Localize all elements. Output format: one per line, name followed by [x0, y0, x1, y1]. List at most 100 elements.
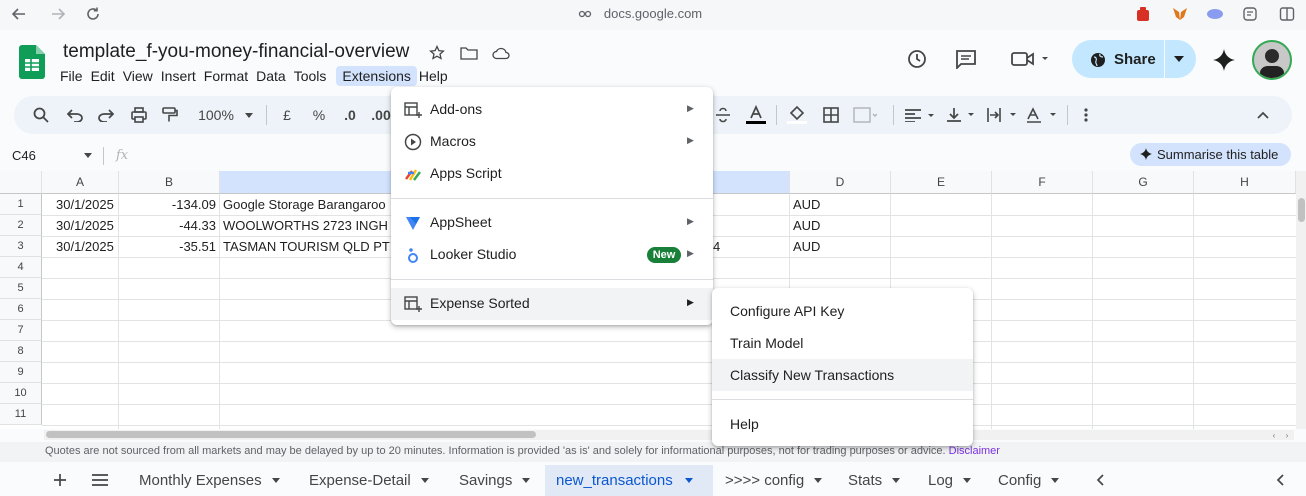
menu-item-appsheet[interactable]: AppSheet ▶	[391, 207, 713, 239]
scroll-left-icon[interactable]: ‹	[1268, 430, 1280, 440]
cell-c1[interactable]: Google Storage Barangaroo	[223, 194, 390, 215]
version-history-icon[interactable]	[905, 48, 929, 70]
select-all-corner[interactable]	[0, 171, 42, 194]
extension-red-icon[interactable]	[1134, 5, 1152, 23]
gemini-sparkle-icon[interactable]	[1210, 46, 1238, 74]
undo-icon[interactable]	[64, 104, 86, 126]
print-icon[interactable]	[128, 104, 150, 126]
row-header[interactable]: 3	[0, 236, 42, 257]
decrease-decimal-button[interactable]: .0	[340, 104, 360, 126]
submenu-item-train-model[interactable]: Train Model	[712, 327, 973, 359]
cell-d3[interactable]: AUD	[793, 236, 820, 257]
sheet-tab-new-transactions[interactable]: new_transactions	[545, 465, 713, 496]
increase-decimal-button[interactable]: .00	[371, 104, 391, 126]
borders-icon[interactable]	[820, 104, 842, 126]
paint-format-icon[interactable]	[159, 104, 181, 126]
disclaimer-link[interactable]: Disclaimer	[949, 445, 1000, 457]
submenu-item-help[interactable]: Help	[712, 408, 973, 440]
zoom-select[interactable]: 100%	[192, 104, 240, 126]
row-header[interactable]: 9	[0, 362, 42, 383]
column-header[interactable]: E	[891, 171, 992, 194]
menu-extensions[interactable]: Extensions	[336, 66, 417, 86]
move-folder-icon[interactable]	[459, 44, 479, 62]
menu-data[interactable]: Data	[256, 66, 294, 86]
column-header[interactable]: H	[1194, 171, 1296, 194]
sheet-tab-savings[interactable]: Savings	[445, 465, 545, 496]
row-header[interactable]: 1	[0, 194, 42, 215]
menu-file[interactable]: File	[60, 66, 91, 86]
column-header[interactable]: G	[1093, 171, 1194, 194]
row-header[interactable]: 6	[0, 299, 42, 320]
percent-format-button[interactable]: %	[309, 104, 329, 126]
menu-format[interactable]: Format	[204, 66, 256, 86]
cell-b3[interactable]: -35.51	[119, 236, 216, 257]
menu-item-expense-sorted[interactable]: Expense Sorted ▶	[391, 288, 713, 320]
text-color-icon[interactable]	[745, 104, 767, 126]
row-header[interactable]: 7	[0, 320, 42, 341]
menu-item-apps-script[interactable]: Apps Script	[391, 158, 713, 190]
meet-icon[interactable]	[1008, 48, 1052, 70]
avatar[interactable]	[1252, 40, 1292, 80]
comments-icon[interactable]	[954, 48, 978, 70]
sidebar-toggle-icon[interactable]	[1278, 5, 1296, 23]
menu-view[interactable]: View	[123, 66, 161, 86]
row-header[interactable]: 10	[0, 383, 42, 404]
vertical-scroll-thumb[interactable]	[1298, 198, 1305, 222]
column-header[interactable]: B	[119, 171, 220, 194]
horizontal-scroll-thumb[interactable]	[46, 431, 536, 438]
cell-b1[interactable]: -134.09	[119, 194, 216, 215]
strikethrough-icon[interactable]	[714, 104, 732, 126]
horizontal-align-icon[interactable]	[903, 104, 937, 126]
extensions-puzzle-icon[interactable]	[1241, 5, 1259, 23]
share-dropdown-icon[interactable]	[1170, 52, 1188, 66]
document-title[interactable]: template_f-you-money-financial-overview	[63, 41, 409, 63]
menu-item-macros[interactable]: Macros ▶	[391, 126, 713, 158]
cell-c3[interactable]: TASMAN TOURISM QLD PT	[223, 236, 390, 257]
cloud-saved-icon[interactable]	[491, 44, 511, 62]
collapse-toolbar-icon[interactable]	[1253, 104, 1273, 126]
menu-insert[interactable]: Insert	[161, 66, 204, 86]
sheet-tab-log[interactable]: Log	[915, 465, 985, 496]
explore-collapse-icon[interactable]	[1273, 473, 1287, 487]
tabs-scroll-left-icon[interactable]	[1093, 473, 1107, 487]
submenu-item-classify-new-transactions[interactable]: Classify New Transactions	[712, 359, 973, 391]
fill-color-icon[interactable]	[786, 104, 808, 126]
more-options-icon[interactable]	[1076, 104, 1096, 126]
zoom-dropdown-icon[interactable]	[243, 104, 255, 126]
address-bar[interactable]: docs.google.com	[0, 6, 1306, 21]
sheet-tab-stats[interactable]: Stats	[835, 465, 915, 496]
cell-d2[interactable]: AUD	[793, 215, 820, 236]
submenu-item-configure-api-key[interactable]: Configure API Key	[712, 295, 973, 327]
row-header[interactable]: 2	[0, 215, 42, 236]
redo-icon[interactable]	[95, 104, 117, 126]
vertical-align-icon[interactable]	[945, 104, 979, 126]
row-header[interactable]: 8	[0, 341, 42, 362]
text-wrapping-icon[interactable]	[985, 104, 1019, 126]
merge-cells-icon[interactable]	[852, 104, 878, 126]
cell-a1[interactable]: 30/1/2025	[56, 194, 114, 215]
text-rotation-icon[interactable]	[1025, 104, 1059, 126]
column-header[interactable]: A	[42, 171, 119, 194]
sheet-tab-config[interactable]: Config	[985, 465, 1075, 496]
menu-help[interactable]: Help	[419, 66, 456, 86]
menu-tools[interactable]: Tools	[294, 66, 335, 86]
cell-d1[interactable]: AUD	[793, 194, 820, 215]
add-sheet-icon[interactable]	[52, 472, 68, 488]
search-menus-icon[interactable]	[30, 104, 52, 126]
metamask-icon[interactable]	[1171, 5, 1189, 23]
menu-item-add-ons[interactable]: Add-ons ▶	[391, 94, 713, 126]
sheet-tab-config-separator[interactable]: >>>> config	[713, 465, 833, 496]
extension-purple-icon[interactable]	[1205, 5, 1225, 23]
menu-edit[interactable]: Edit	[91, 66, 123, 86]
currency-format-button[interactable]: £	[277, 104, 297, 126]
sheet-tab-expense-detail[interactable]: Expense-Detail	[295, 465, 445, 496]
name-box[interactable]: C46	[12, 148, 36, 163]
sheet-tab-monthly-expenses[interactable]: Monthly Expenses	[125, 465, 295, 496]
column-header[interactable]: F	[992, 171, 1093, 194]
name-box-dropdown-icon[interactable]	[83, 150, 93, 160]
cell-a3[interactable]: 30/1/2025	[56, 236, 114, 257]
all-sheets-icon[interactable]	[91, 472, 109, 488]
sheets-logo-icon[interactable]	[18, 44, 46, 80]
scroll-right-icon[interactable]: ›	[1281, 430, 1293, 440]
star-icon[interactable]	[428, 44, 446, 62]
